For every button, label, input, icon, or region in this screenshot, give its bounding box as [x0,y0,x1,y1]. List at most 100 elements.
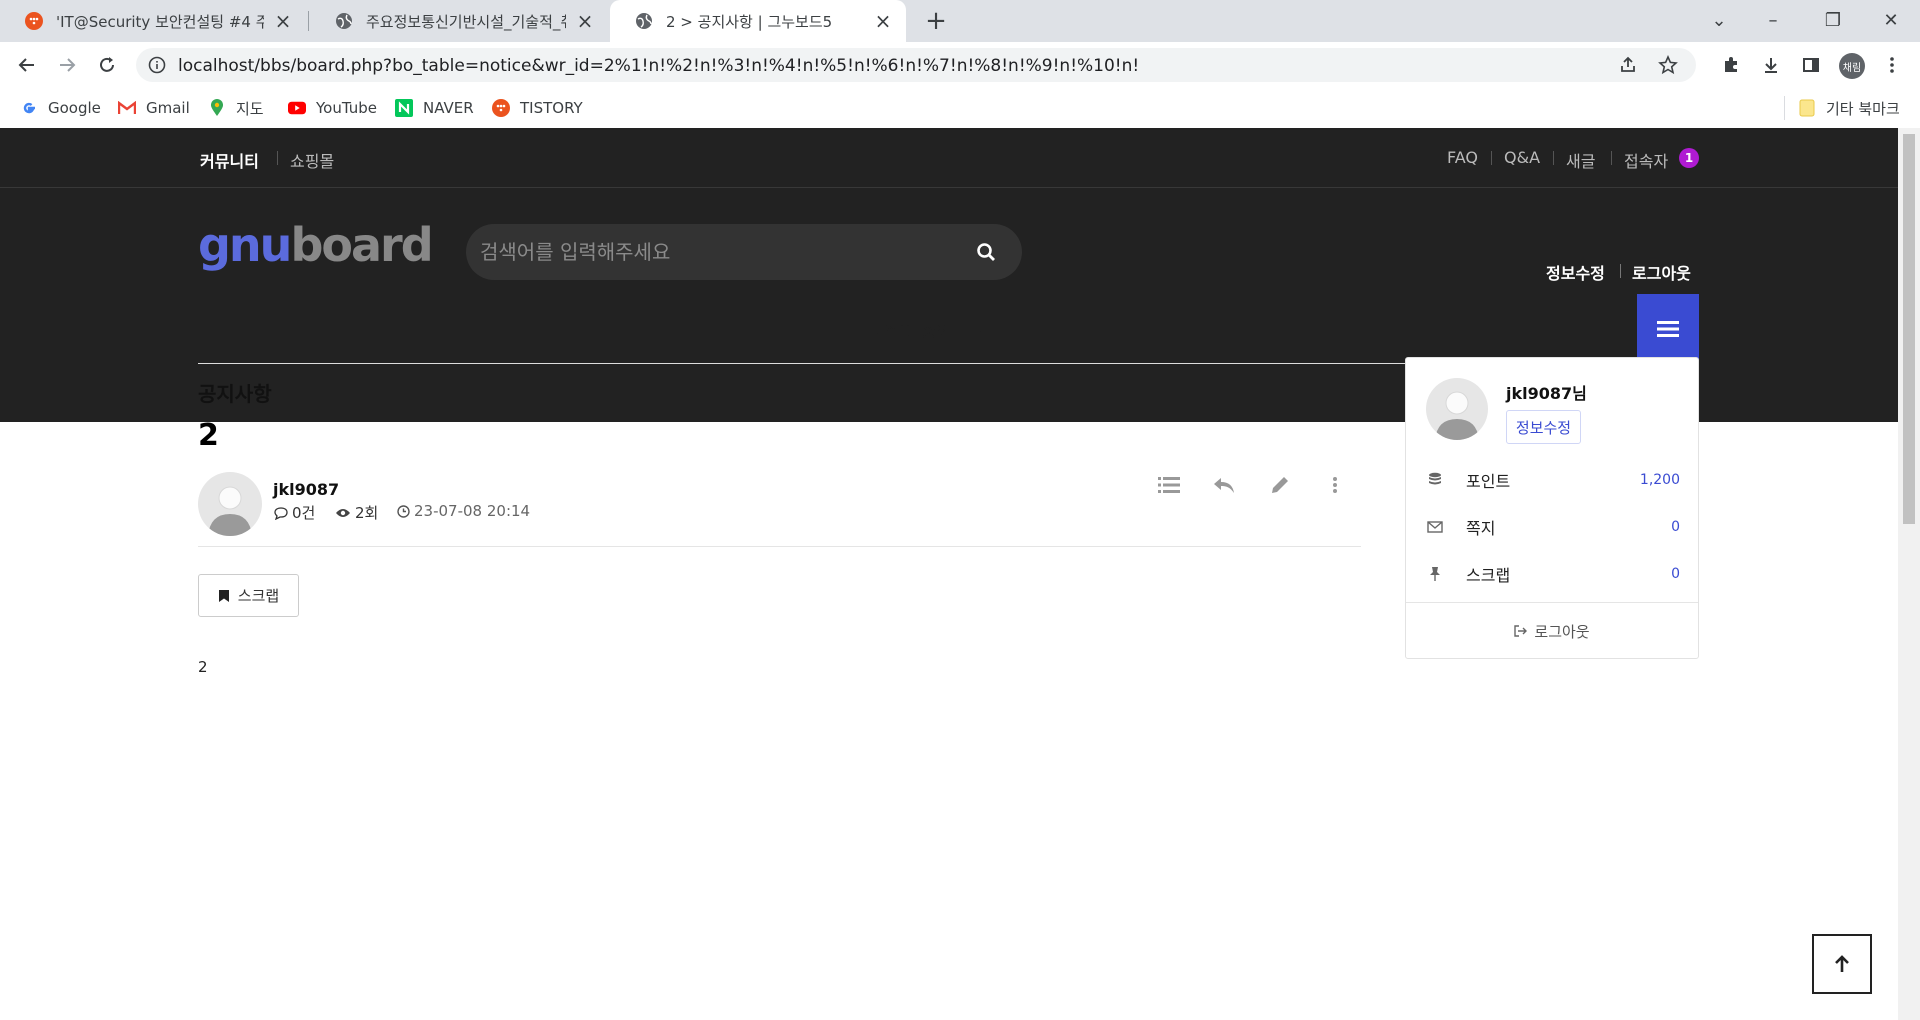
author-name[interactable]: jkl9087 [273,480,339,499]
faq-link[interactable]: FAQ [1447,148,1478,167]
bookmark-tistory[interactable]: TISTORY [492,96,583,120]
bookmark-gmail[interactable]: Gmail [118,96,190,120]
vertical-dots-icon [1333,477,1337,493]
tab-title: 주요정보통신기반시설_기술적_취 [366,12,566,31]
pencil-icon [1272,477,1288,493]
logout-label: 로그아웃 [1534,622,1590,641]
new-tab-button[interactable]: + [923,8,949,35]
clock-icon [397,504,410,518]
extensions-puzzle-icon[interactable] [1716,50,1746,80]
kebab-menu-icon[interactable] [1877,50,1907,80]
bookmark-maps[interactable]: 지도 [208,96,264,120]
other-bookmarks-folder[interactable]: 기타 북마크 [1798,96,1900,120]
member-name: jkl9087님 [1506,384,1587,403]
nav-separator [1491,151,1492,165]
map-pin-icon [208,99,226,117]
reload-button[interactable] [92,50,122,80]
scraps-row[interactable]: 스크랩 0 [1426,560,1680,588]
search-input[interactable] [480,234,950,270]
scroll-to-top-button[interactable] [1812,934,1872,994]
bookmark-label: 지도 [236,99,264,118]
edit-post-button[interactable] [1263,468,1297,502]
side-panel-icon[interactable] [1796,50,1826,80]
google-icon [20,99,38,117]
scrollbar-thumb[interactable] [1903,134,1915,524]
browser-toolbar: localhost/bbs/board.php?bo_table=notice&… [0,42,1920,88]
post-header-divider [198,546,1361,547]
logo-text-gnu: gnu [198,218,292,272]
tistory-favicon-icon [24,11,44,31]
share-icon[interactable] [1618,55,1638,79]
author-avatar [198,472,262,536]
gnuboard-logo[interactable]: gnuboard [198,218,434,272]
messages-row[interactable]: 쪽지 0 [1426,513,1680,541]
edit-info-button[interactable]: 정보수정 [1506,410,1581,444]
browser-tab-3[interactable]: 2 > 공지사항 | 그누보드5 × [610,0,906,42]
web-page: 커뮤니티 쇼핑몰 FAQ Q&A 새글 접속자 1 gnuboard 정보수정 … [0,128,1898,1020]
minimize-button[interactable]: – [1750,6,1796,36]
folder-icon [1798,99,1816,117]
menu-placeholder-text: 메뉴 준비 중입니다. [847,323,989,343]
visitors-count-badge: 1 [1679,148,1699,168]
default-user-icon [1435,391,1479,440]
view-count-text: 2회 [355,504,379,522]
page-scrollbar[interactable] [1898,128,1920,1020]
sign-out-icon [1514,625,1528,637]
scrap-label: 스크랩 [237,587,280,605]
search-button[interactable] [970,236,1002,268]
download-icon[interactable] [1756,50,1786,80]
scrap-button[interactable]: 스크랩 [198,574,299,617]
window-close-button[interactable]: ✕ [1868,6,1914,36]
new-posts-link[interactable]: 새글 [1566,148,1595,172]
sidebar-divider [1406,602,1698,603]
forward-button[interactable] [52,50,82,80]
edit-profile-link[interactable]: 정보수정 [1546,260,1605,284]
coins-icon [1426,471,1444,489]
bookmark-label: TISTORY [520,99,583,117]
points-row[interactable]: 포인트 1,200 [1426,466,1680,494]
browser-tab-2[interactable]: 주요정보통신기반시설_기술적_취 × [310,0,608,42]
menu-toggle-button[interactable] [1637,294,1699,364]
community-link[interactable]: 커뮤니티 [200,148,259,172]
header-separator [1620,264,1621,278]
post-title: 2 [198,418,219,453]
shop-link[interactable]: 쇼핑몰 [290,148,334,172]
board-title: 공지사항 [198,382,272,406]
globe-icon [634,11,654,31]
bookmark-youtube[interactable]: YouTube [288,96,377,120]
eye-icon [336,508,350,517]
browser-tab-strip: 'IT@Security 보안컨설팅 #4 주통 × 주요정보통신기반시설_기술… [0,0,1920,42]
logo-text-board: board [290,218,433,272]
bookmarks-divider [1784,96,1785,120]
default-user-icon [208,486,252,536]
logout-link[interactable]: 로그아웃 [1632,260,1691,284]
restore-button[interactable]: ❐ [1810,6,1856,36]
close-tab-icon[interactable]: × [576,11,594,31]
close-tab-icon[interactable]: × [874,11,892,31]
sidebar-logout-button[interactable]: 로그아웃 [1406,616,1698,646]
visitors-link[interactable]: 접속자 [1624,148,1668,172]
back-button[interactable] [12,50,42,80]
reply-button[interactable] [1207,468,1241,502]
nav-separator [1611,151,1612,165]
close-tab-icon[interactable]: × [274,11,292,31]
top-navigation: 커뮤니티 쇼핑몰 FAQ Q&A 새글 접속자 1 [0,128,1898,188]
bookmark-naver[interactable]: NAVER [395,96,474,120]
address-bar[interactable]: localhost/bbs/board.php?bo_table=notice&… [136,48,1696,82]
post-date: 23-07-08 20:14 [397,502,530,520]
bookmark-star-icon[interactable] [1658,55,1678,79]
reply-icon [1214,478,1234,493]
browser-tab-1[interactable]: 'IT@Security 보안컨설팅 #4 주통 × [0,0,306,42]
points-value: 1,200 [1639,472,1680,488]
tab-separator [308,11,309,31]
bookmark-google[interactable]: Google [20,96,101,120]
bookmark-label: YouTube [316,99,377,117]
site-info-icon[interactable] [148,56,166,74]
more-options-button[interactable] [1318,468,1352,502]
qna-link[interactable]: Q&A [1504,148,1540,167]
list-button[interactable] [1152,468,1186,502]
profile-avatar[interactable]: 채림 [1839,53,1865,79]
messages-label: 쪽지 [1466,519,1496,538]
tab-search-chevron-icon[interactable]: ⌄ [1696,6,1742,36]
bookmark-label: Google [48,99,101,117]
